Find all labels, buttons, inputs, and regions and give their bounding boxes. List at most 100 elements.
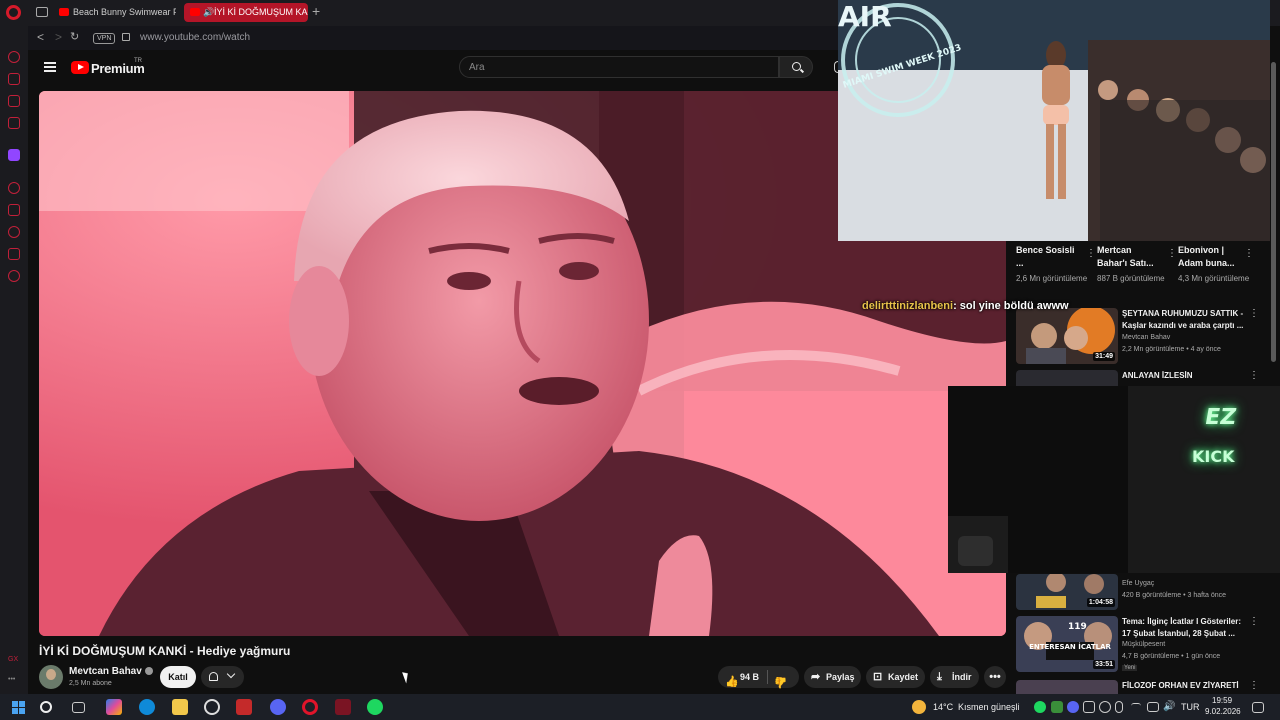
list-item[interactable]: FİLOZOF ORHAN EV ZİYARETİ ⋮ (1016, 680, 1266, 694)
tray-chevron-icon[interactable] (1131, 703, 1141, 711)
tab-active-video[interactable]: 🔊 İYİ Kİ DOĞMUŞUM KAN (184, 3, 308, 22)
kebab-menu-icon[interactable]: ⋮ (1167, 248, 1177, 259)
short-item[interactable]: Mertcan Bahar'ı Satı... 887 B görüntülem… (1097, 244, 1177, 284)
channel-name-text[interactable]: Mevtcan Bahav (69, 666, 142, 677)
discord-icon[interactable] (270, 699, 286, 715)
instagram-icon[interactable] (8, 117, 20, 129)
sidebar-more-icon[interactable]: ••• (8, 676, 15, 683)
dislike-icon[interactable]: 👍 (774, 671, 788, 693)
twitch-icon[interactable] (8, 149, 20, 161)
download-button[interactable]: ⤓ İndir (930, 666, 979, 688)
rec-channel[interactable]: Mevtcan Bahav (1122, 334, 1170, 341)
opera-gx-icon[interactable] (335, 699, 351, 715)
kebab-menu-icon[interactable]: ⋮ (1249, 680, 1259, 691)
microphone-icon[interactable] (1115, 701, 1123, 713)
video-thumbnail[interactable]: 1:04:58 (1016, 574, 1118, 610)
search-input[interactable] (459, 56, 779, 78)
volume-icon[interactable]: 🔊 (1163, 701, 1175, 713)
rec-title[interactable]: ANLAYAN İZLESİN (1122, 370, 1246, 382)
url-field[interactable]: www.youtube.com/watch (140, 32, 250, 43)
page-scrollbar[interactable] (1270, 44, 1278, 694)
kebab-menu-icon[interactable]: ⋮ (1244, 248, 1254, 259)
weather-description[interactable]: Kısmen güneşli (958, 702, 1020, 712)
avatar[interactable] (39, 665, 63, 689)
history-icon[interactable] (8, 226, 20, 238)
clock-time[interactable]: 19:59 (1212, 696, 1232, 705)
weather-icon[interactable] (912, 700, 926, 714)
list-item[interactable]: 31:49 ŞEYTANA RUHUMUZU SATTIK - Kaşlar k… (1016, 308, 1266, 366)
gx-control-icon[interactable] (8, 51, 20, 63)
gx-corner-icon[interactable] (8, 73, 20, 85)
scrollbar-thumb[interactable] (1271, 62, 1276, 362)
search-icon[interactable] (40, 701, 52, 713)
spotify-icon[interactable] (367, 699, 383, 715)
tray-app-icon[interactable] (1083, 701, 1095, 713)
speaker-icon[interactable]: 🔊 (203, 3, 214, 22)
pinboard-icon[interactable] (8, 204, 20, 216)
channel-name[interactable]: Mevtcan Bahav (69, 666, 153, 677)
file-explorer-icon[interactable] (172, 699, 188, 715)
forward-button[interactable]: > (55, 30, 62, 44)
copilot-icon[interactable] (106, 699, 122, 715)
short-item[interactable]: Bence Sosisli ... 2,6 Mn görüntüleme ⋮ (1016, 244, 1096, 284)
share-button[interactable]: ➦ Paylaş (804, 666, 861, 688)
new-tab-button[interactable]: + (312, 3, 320, 20)
list-item[interactable]: 1:04:58 Efe Uygaç 420 B görüntüleme • 3 … (1016, 574, 1266, 612)
voicemeeter-icon[interactable] (236, 699, 252, 715)
video-thumbnail[interactable]: 31:49 (1016, 308, 1118, 364)
rec-title[interactable]: ŞEYTANA RUHUMUZU SATTIK - Kaşlar kazındı… (1122, 308, 1246, 332)
spotify-tray-icon[interactable] (1034, 701, 1046, 713)
kebab-menu-icon[interactable]: ⋮ (1249, 616, 1259, 627)
notifications-icon[interactable] (1252, 702, 1264, 713)
opera-icon[interactable] (302, 699, 318, 715)
windows-start-icon[interactable] (10, 699, 26, 715)
opera-menu-icon[interactable] (6, 5, 21, 20)
short-title[interactable]: Ebonivon | Adam buna... (1178, 244, 1240, 270)
vpn-badge[interactable]: VPN (93, 33, 116, 44)
nvidia-tray-icon[interactable] (1051, 701, 1063, 713)
tab-beach-bunny[interactable]: Beach Bunny Swimwear Fa (56, 3, 176, 22)
back-button[interactable]: < (37, 30, 44, 44)
notification-button[interactable] (201, 666, 244, 688)
kebab-menu-icon[interactable]: ⋮ (1249, 370, 1259, 381)
save-button[interactable]: ⊡ Kaydet (866, 666, 925, 688)
tab-islands-icon[interactable] (36, 7, 48, 17)
like-count[interactable]: 94 B (740, 666, 759, 688)
menu-icon[interactable] (44, 62, 56, 72)
rec-title[interactable]: Tema: İlginç İcatlar I Gösteriler: 17 Şu… (1122, 616, 1246, 640)
clock-date[interactable]: 9.02.2026 (1205, 707, 1241, 716)
obs-icon[interactable] (204, 699, 220, 715)
settings-icon[interactable] (8, 270, 20, 282)
join-button[interactable]: Katıl (160, 666, 196, 688)
list-item[interactable]: ENTERESAN İCATLAR 119 33:51 Tema: İlginç… (1016, 616, 1266, 674)
youtube-logo-icon[interactable] (71, 61, 89, 74)
kebab-menu-icon[interactable]: ⋮ (1086, 248, 1096, 259)
weather-temp[interactable]: 14°C (933, 702, 953, 712)
short-title[interactable]: Mertcan Bahar'ı Satı... (1097, 244, 1159, 270)
kebab-menu-icon[interactable]: ⋮ (1249, 308, 1259, 319)
gx-label[interactable]: GX (8, 656, 18, 663)
mouse-cursor-icon (402, 670, 411, 684)
rec-channel[interactable]: Efe Uygaç (1122, 580, 1154, 587)
task-view-icon[interactable] (72, 702, 85, 713)
more-actions-button[interactable]: ••• (984, 666, 1006, 688)
steam-tray-icon[interactable] (1099, 701, 1111, 713)
short-title[interactable]: Bence Sosisli ... (1016, 244, 1078, 270)
player-icon[interactable] (8, 182, 20, 194)
extensions-icon[interactable] (8, 248, 20, 260)
video-thumbnail[interactable] (1016, 680, 1118, 694)
short-item[interactable]: Ebonivon | Adam buna... 4,3 Mn görüntüle… (1178, 244, 1256, 284)
search-button[interactable] (779, 56, 813, 78)
like-icon[interactable]: 👍 (725, 671, 739, 693)
reload-button[interactable]: ↻ (70, 30, 79, 43)
video-thumbnail[interactable]: ENTERESAN İCATLAR 119 33:51 (1016, 616, 1118, 672)
lock-icon[interactable] (122, 33, 130, 41)
discord-tray-icon[interactable] (1067, 701, 1079, 713)
pip-video-overlay: AIR MIAMI SWIM WEEK 2023 (838, 0, 1270, 241)
rec-title[interactable]: FİLOZOF ORHAN EV ZİYARETİ (1122, 680, 1246, 692)
rec-channel[interactable]: Müşkülpesent (1122, 641, 1165, 648)
language-indicator[interactable]: TUR (1181, 702, 1200, 712)
messenger-icon[interactable] (8, 95, 20, 107)
edge-icon[interactable] (139, 699, 155, 715)
network-icon[interactable] (1147, 702, 1159, 712)
